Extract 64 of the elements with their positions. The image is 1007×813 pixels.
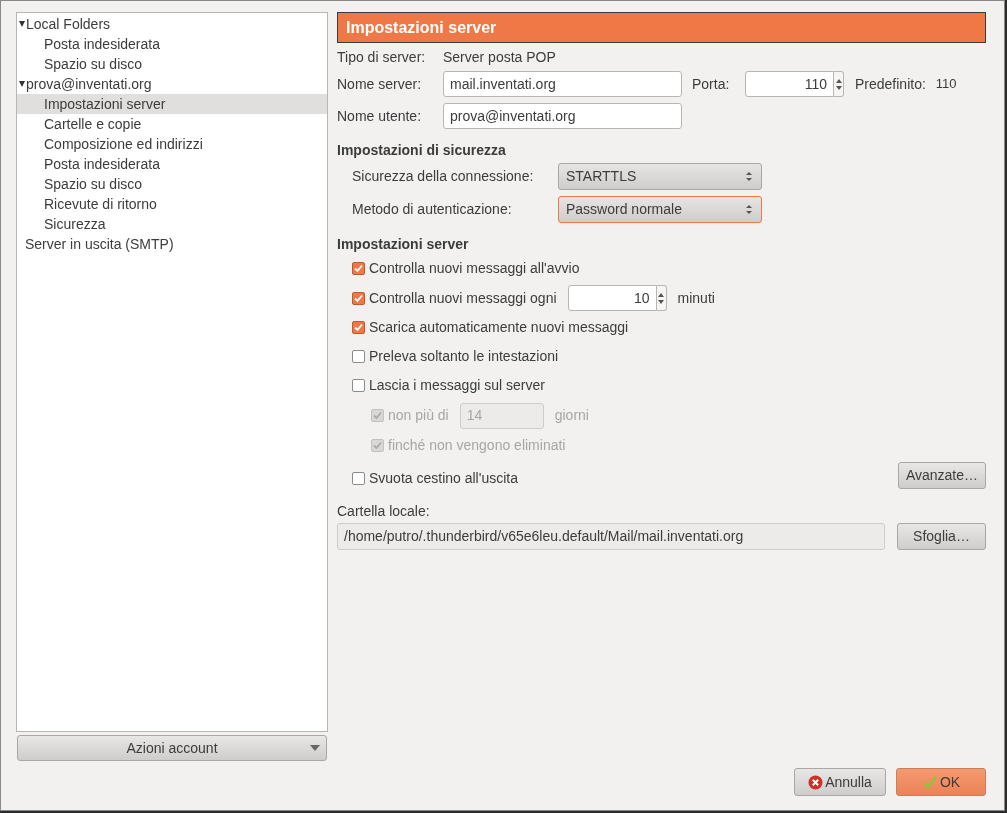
down-arrow-icon (658, 299, 665, 304)
dropdown-arrow-icon (310, 745, 320, 751)
field-value: 110 (935, 75, 957, 94)
checkbox[interactable] (352, 262, 365, 275)
account-actions-button[interactable]: Azioni account (17, 735, 327, 761)
field-label: Porta: (692, 74, 731, 94)
field-label: Sicurezza della connessione: (352, 167, 535, 186)
down-arrow-icon (835, 85, 842, 90)
tree-item[interactable]: Spazio su disco (17, 174, 327, 194)
checkmark-icon (921, 774, 937, 790)
checkbox[interactable] (352, 321, 365, 334)
checkbox-label: Preleva soltanto le intestazioni (369, 347, 559, 366)
up-arrow-icon (658, 292, 665, 297)
browse-button[interactable]: Sfoglia… (897, 523, 986, 550)
tree-item[interactable]: Posta indesiderata (17, 34, 327, 54)
spin-field[interactable]: 110 (745, 71, 834, 97)
expanded-triangle-icon[interactable] (19, 81, 25, 87)
unit-label: giorni (554, 406, 589, 425)
cancel-icon (808, 774, 824, 790)
local-folder-field[interactable]: /home/putro/.thunderbird/v65e6leu.default/Mail/mail.inventati.org (337, 523, 885, 550)
field-label: Metodo di autenticazione: (352, 200, 513, 219)
checkbox[interactable] (352, 472, 365, 485)
section-heading: Impostazioni di sicurezza (337, 141, 507, 160)
checkbox[interactable] (352, 350, 365, 363)
field-label: Predefinito: (855, 74, 926, 94)
tree-item[interactable]: Posta indesiderata (17, 154, 327, 174)
tree-item[interactable]: Composizione ed indirizzi (17, 134, 327, 154)
user-name-field[interactable]: prova@inventati.org (443, 103, 682, 129)
panel-title: Impostazioni server (337, 12, 986, 43)
tree-item[interactable]: Server in uscita (SMTP) (17, 234, 327, 254)
cancel-button[interactable]: Annulla (794, 768, 886, 796)
field-label: Cartella locale: (337, 502, 431, 521)
checkbox-label: Lascia i messaggi sul server (369, 376, 545, 395)
checkbox-label: Svuota cestino all'uscita (369, 469, 518, 488)
field-label: Tipo di server: (337, 47, 427, 67)
field-label: Nome server: (337, 74, 423, 94)
dropdown[interactable]: STARTTLS (558, 163, 762, 190)
server-name-field[interactable]: mail.inventati.org (443, 71, 682, 97)
checkbox-label: finché non vengono eliminati (388, 436, 566, 455)
unit-label: minuti (677, 288, 715, 308)
tree-item[interactable]: Ricevute di ritorno (17, 194, 327, 214)
field-label: Nome utente: (337, 106, 423, 126)
expanded-triangle-icon[interactable] (19, 21, 25, 27)
checkbox-label: Controlla nuovi messaggi ogni (369, 288, 557, 308)
tree-item[interactable]: Spazio su disco (17, 54, 327, 74)
dropdown[interactable]: Password normale (558, 196, 762, 223)
checkbox-label: non più di (388, 406, 449, 425)
up-arrow-icon (835, 78, 842, 83)
section-heading: Impostazioni server (337, 235, 470, 254)
tree-item[interactable]: Cartelle e copie (17, 114, 327, 134)
advanced-button[interactable]: Avanzate… (897, 462, 986, 489)
tree-item[interactable]: Sicurezza (17, 214, 327, 234)
checkbox[interactable] (352, 379, 365, 392)
field-value: Server posta POP (443, 47, 556, 67)
checkbox-label: Scarica automaticamente nuovi messaggi (369, 318, 629, 337)
checkbox-label: Controlla nuovi messaggi all'avvio (369, 259, 580, 278)
tree-item[interactable]: Impostazioni server (17, 94, 327, 114)
tree-item[interactable]: Local Folders (26, 13, 111, 35)
updown-arrows-icon (746, 172, 752, 181)
tree-item[interactable]: prova@inventati.org (26, 73, 152, 95)
checkbox[interactable] (352, 291, 365, 305)
ok-button[interactable]: OK (896, 768, 986, 796)
updown-arrows-icon (746, 205, 752, 214)
spin-field[interactable]: 10 (567, 285, 657, 311)
